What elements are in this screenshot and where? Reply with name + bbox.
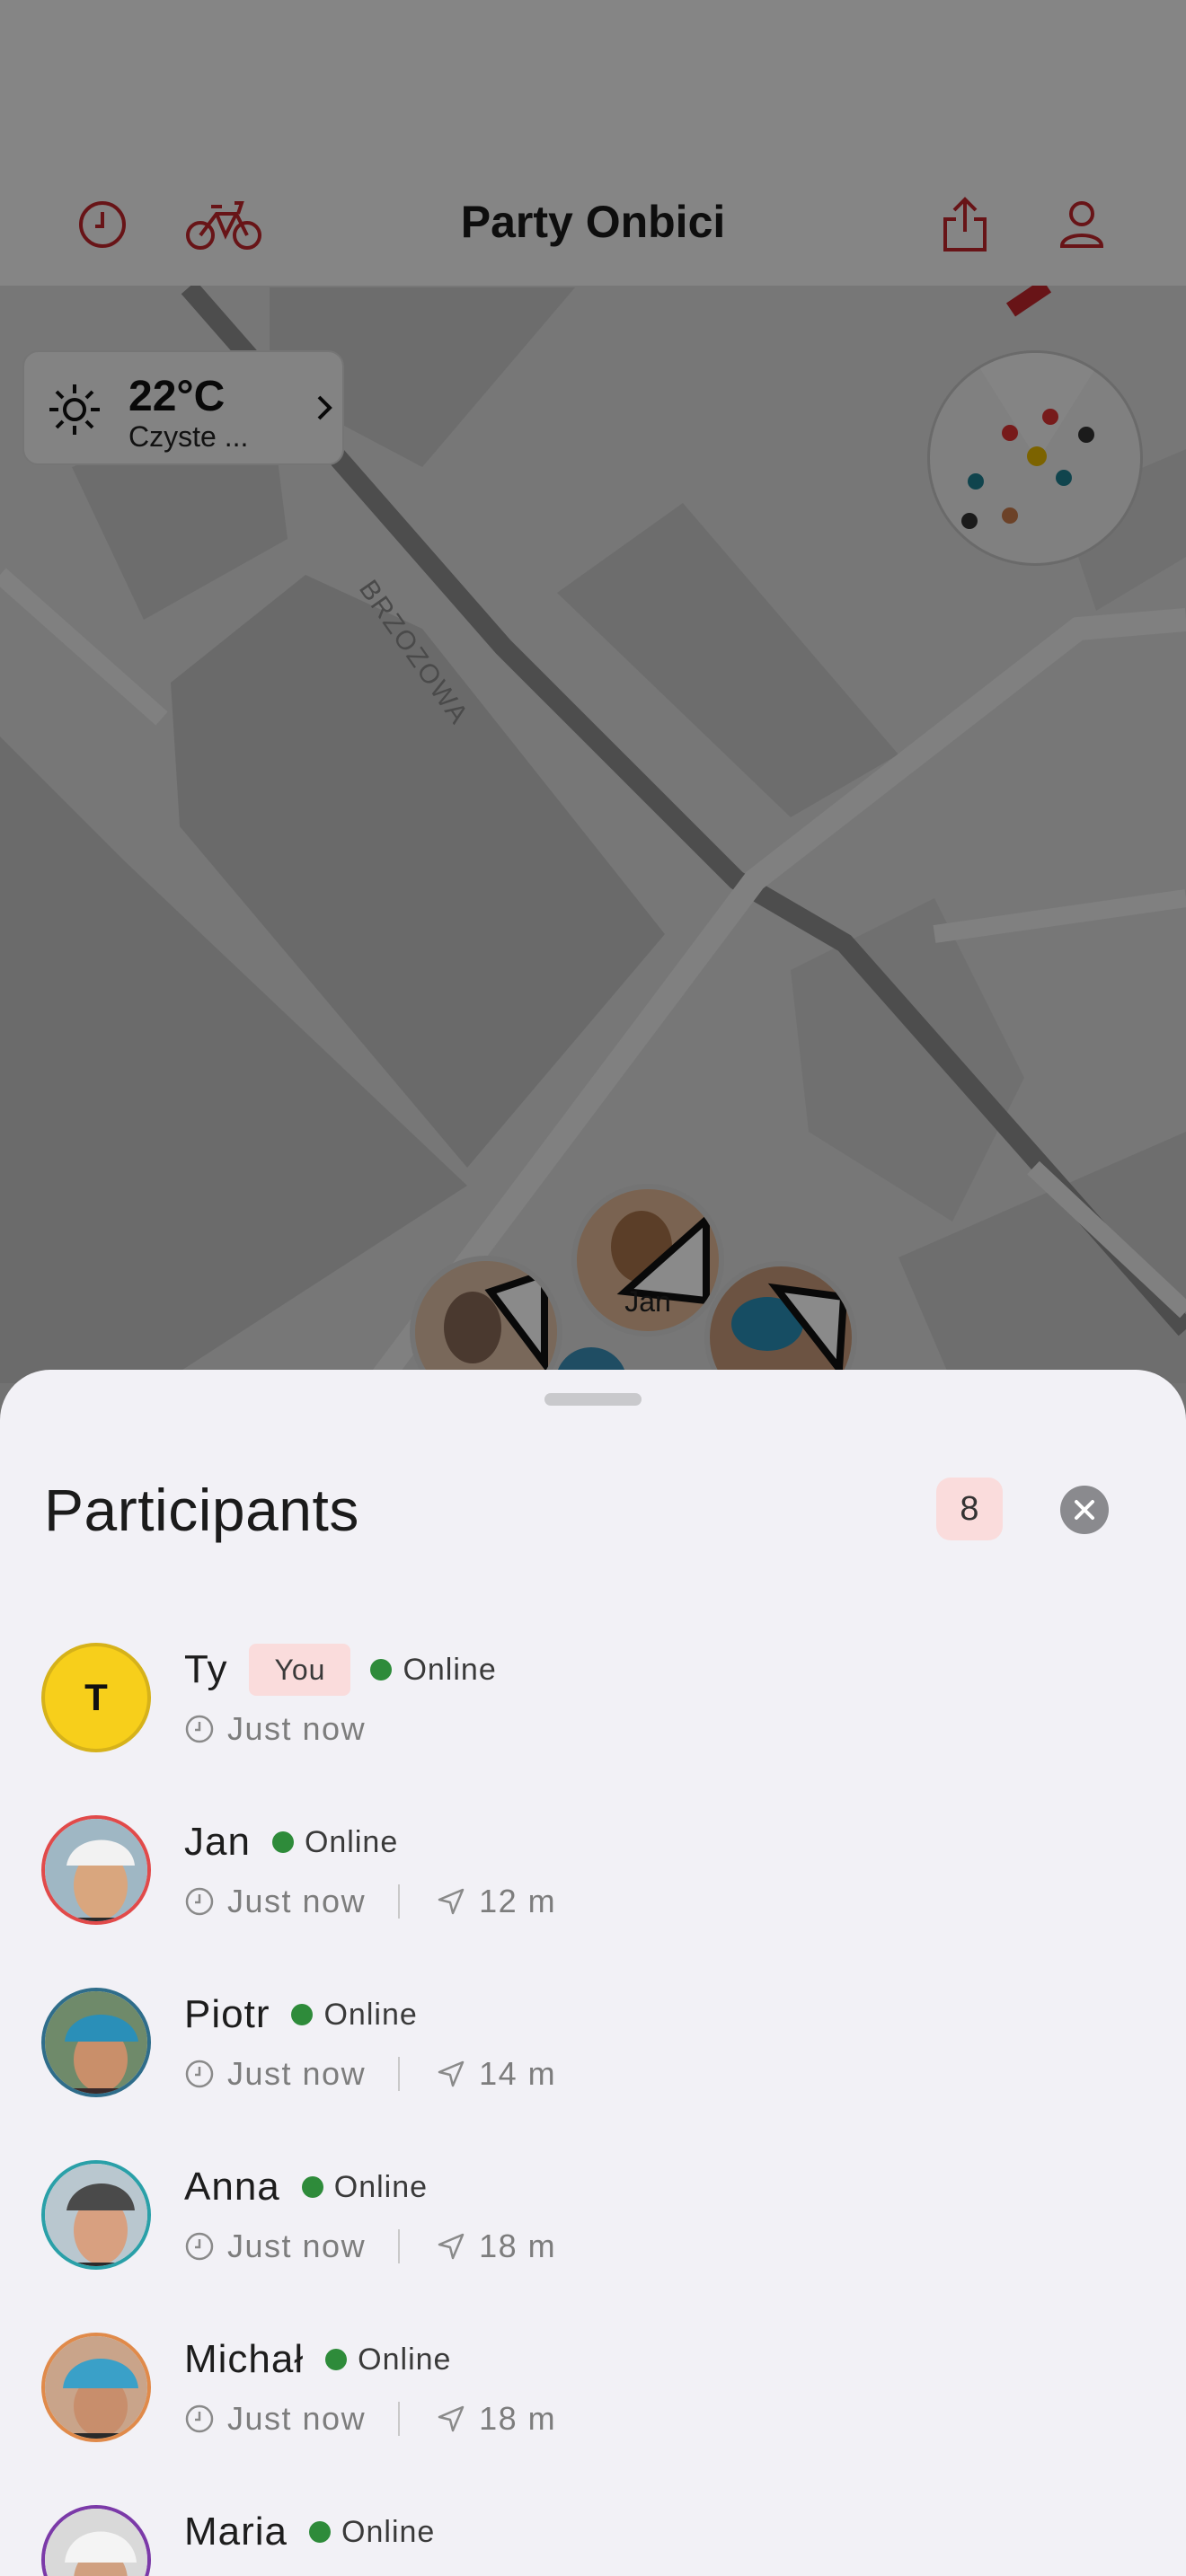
status-text: Online [333, 2169, 429, 2204]
avatar [41, 1988, 151, 2097]
avatar-photo [45, 2164, 147, 2266]
last-seen-text: Just now [227, 2228, 367, 2264]
participant-row[interactable]: T Ty You Online Just now [0, 1643, 1186, 1815]
profile-button[interactable] [1046, 189, 1118, 260]
participant-name: Piotr [184, 1992, 270, 2036]
navigation-arrow-icon [415, 1261, 557, 1383]
distance-text: 12 m [479, 1883, 557, 1919]
participant-name: Maria [184, 2510, 288, 2554]
profile-icon [1059, 201, 1104, 248]
divider [398, 2229, 401, 2263]
location-arrow-icon [438, 2060, 465, 2087]
radar-dot [968, 473, 984, 490]
sun-icon [49, 384, 100, 435]
status-text: Online [341, 2514, 436, 2549]
page-title: Party Onbici [460, 197, 726, 247]
avatar-photo [45, 2336, 147, 2439]
participant-name: Michał [184, 2337, 305, 2381]
radar-dot [1056, 470, 1072, 486]
participant-name: Anna [184, 2165, 280, 2209]
avatar-photo [45, 1819, 147, 1921]
avatar: T [41, 1643, 151, 1752]
location-arrow-icon [438, 2233, 465, 2260]
last-seen-text: Just now [227, 1710, 367, 1747]
map-view[interactable]: BRZOZOWA Jan Party Onbici 22°C Czyste ..… [0, 0, 1186, 1383]
group-radar[interactable] [927, 350, 1143, 566]
status-text: Online [358, 2342, 452, 2377]
sheet-title: Participants [44, 1477, 359, 1543]
avatar [41, 2333, 151, 2442]
radar-dot [961, 513, 978, 529]
radar-dot [1078, 427, 1094, 443]
radar-dot-you [1027, 446, 1047, 466]
online-status-dot [271, 1831, 294, 1853]
clock-icon [185, 1715, 214, 1743]
distance-text: 18 m [479, 2228, 557, 2264]
divider [398, 2402, 401, 2436]
last-seen-text: Just now [227, 2055, 367, 2092]
avatar-initial: T [84, 1676, 108, 1718]
participant-row[interactable]: Maria Online [0, 2505, 1186, 2576]
close-icon [1075, 1500, 1094, 1520]
avatar-photo [45, 1991, 147, 2094]
close-button[interactable] [1060, 1486, 1109, 1534]
map-marker-zofia[interactable] [410, 1256, 562, 1383]
top-bar: Party Onbici [0, 0, 1186, 286]
participant-row[interactable]: Piotr Online Just now 14 m [0, 1988, 1186, 2160]
avatar [41, 2505, 151, 2576]
map-marker-piotr[interactable] [704, 1261, 857, 1383]
participant-name: Jan [184, 1820, 251, 1864]
participant-row[interactable]: Anna Online Just now 18 m [0, 2160, 1186, 2333]
participant-name: Ty [184, 1647, 228, 1691]
status-text: Online [304, 1824, 399, 1859]
divider [398, 1884, 401, 1919]
online-status-dot [309, 2521, 332, 2543]
status-text: Online [403, 1652, 497, 1687]
online-status-dot [301, 2176, 323, 2198]
clock-icon [185, 1887, 214, 1916]
share-button[interactable] [929, 189, 1001, 260]
clock-icon [185, 2232, 214, 2261]
online-status-dot [370, 1659, 393, 1681]
participant-count-badge: 8 [936, 1478, 1003, 1540]
participant-row[interactable]: Jan Online Just now 12 m [0, 1815, 1186, 1988]
sheet-grabber[interactable] [544, 1393, 642, 1406]
map-marker-jan[interactable]: Jan [571, 1184, 724, 1337]
avatar [41, 2160, 151, 2270]
chevron-right-icon [317, 395, 332, 420]
clock-icon [185, 2060, 214, 2088]
last-seen-text: Just now [227, 2400, 367, 2437]
participants-sheet: Participants 8 T Ty You Online Just now [0, 1370, 1186, 2576]
avatar [41, 1815, 151, 1925]
avatar-photo [45, 2509, 147, 2576]
share-icon [943, 197, 987, 251]
participant-row[interactable]: Michał Online Just now 18 m [0, 2333, 1186, 2505]
distance-text: 14 m [479, 2055, 557, 2092]
distance-text: 18 m [479, 2400, 557, 2437]
radar-dot [1042, 409, 1058, 425]
status-text: Online [323, 1997, 418, 2032]
clock-icon [185, 2404, 214, 2433]
divider [398, 2057, 401, 2091]
you-badge: You [249, 1644, 351, 1696]
weather-condition: Czyste ... [128, 420, 249, 453]
location-arrow-icon [438, 2405, 465, 2432]
location-arrow-icon [438, 1888, 465, 1915]
marker-name: Jan [624, 1285, 671, 1318]
online-status-dot [325, 2349, 348, 2370]
navigation-arrow-icon [710, 1266, 852, 1383]
radar-dot [1002, 507, 1018, 524]
online-status-dot [291, 2004, 314, 2025]
last-seen-text: Just now [227, 1883, 367, 1919]
weather-temperature: 22°C [128, 373, 226, 420]
radar-dot [1002, 425, 1018, 441]
weather-widget[interactable]: 22°C Czyste ... [22, 350, 344, 465]
